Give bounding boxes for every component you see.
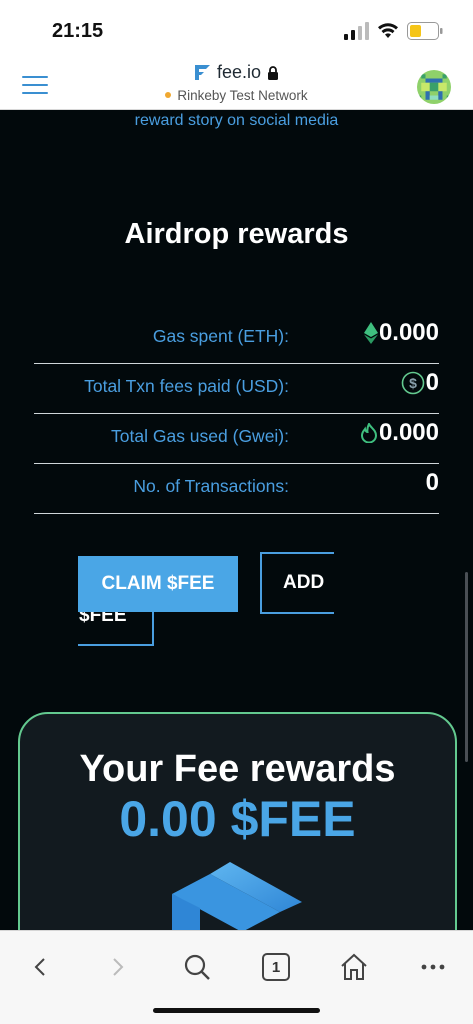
- stat-label: Total Txn fees paid (USD):: [84, 376, 289, 396]
- search-icon: [184, 954, 210, 980]
- stat-label: Gas spent (ETH):: [152, 326, 289, 346]
- txn-fees-value: 0: [425, 369, 439, 396]
- stat-value: $ 0: [401, 369, 439, 397]
- account-avatar[interactable]: [417, 70, 451, 104]
- network-indicator: Rinkeby Test Network: [0, 88, 473, 103]
- claim-fee-button[interactable]: CLAIM $FEE: [78, 556, 238, 612]
- back-button[interactable]: [24, 951, 56, 983]
- lock-icon: [268, 65, 279, 80]
- home-icon: [341, 953, 367, 980]
- site-title: fee.io: [0, 62, 473, 85]
- chevron-left-icon: [34, 958, 45, 976]
- page-scrollbar[interactable]: [465, 572, 468, 762]
- add-fee-label-line1[interactable]: ADD: [283, 572, 324, 594]
- more-dots-icon: [421, 964, 445, 970]
- tabs-button[interactable]: 1: [260, 951, 292, 983]
- intro-text: reward story on social media: [134, 112, 339, 129]
- chevron-right-icon: [113, 958, 124, 976]
- cellular-signal-icon: [344, 22, 369, 40]
- home-indicator[interactable]: [153, 1008, 320, 1013]
- home-button[interactable]: [338, 951, 370, 983]
- wifi-icon: [378, 23, 398, 38]
- network-status-dot-icon: [165, 92, 172, 99]
- stat-row-gas-spent: Gas spent (ETH): 0.000: [34, 314, 439, 364]
- stat-row-transactions: No. of Transactions: 0: [34, 464, 439, 514]
- more-button[interactable]: [417, 951, 449, 983]
- airdrop-stats: Gas spent (ETH): 0.000 Total Txn fees pa…: [34, 314, 439, 514]
- gas-spent-value: 0.000: [378, 319, 439, 346]
- forward-button[interactable]: [102, 951, 134, 983]
- fee-logo-icon: [194, 65, 210, 80]
- gas-used-value: 0.000: [378, 419, 439, 446]
- tab-count: 1: [271, 958, 281, 976]
- rewards-title: Your Fee rewards: [79, 748, 396, 790]
- status-time: 21:15: [52, 20, 104, 42]
- stat-row-gas-used: Total Gas used (Gwei): 0.000: [34, 414, 439, 464]
- airdrop-title: Airdrop rewards: [124, 218, 349, 250]
- network-name: Rinkeby Test Network: [177, 88, 308, 103]
- stat-label: No. of Transactions:: [133, 476, 289, 496]
- dollar-icon: $: [401, 371, 424, 395]
- stat-value: 0.000: [360, 419, 439, 447]
- stat-label: Total Gas used (Gwei):: [111, 426, 289, 446]
- site-name: fee.io: [216, 62, 262, 82]
- stat-value: 0: [426, 469, 439, 497]
- flame-icon: [360, 423, 377, 443]
- svg-text:$: $: [409, 375, 417, 391]
- battery-icon: [407, 22, 443, 40]
- stat-value: 0.000: [363, 319, 439, 347]
- transactions-value: 0: [425, 469, 439, 496]
- rewards-amount: 0.00 $FEE: [119, 791, 356, 847]
- search-button[interactable]: [181, 951, 213, 983]
- stat-row-txn-fees: Total Txn fees paid (USD): $ 0: [34, 364, 439, 414]
- browser-header: 21:15 fee.io Rinkeby Test Network: [0, 0, 473, 110]
- eth-icon: [363, 322, 378, 344]
